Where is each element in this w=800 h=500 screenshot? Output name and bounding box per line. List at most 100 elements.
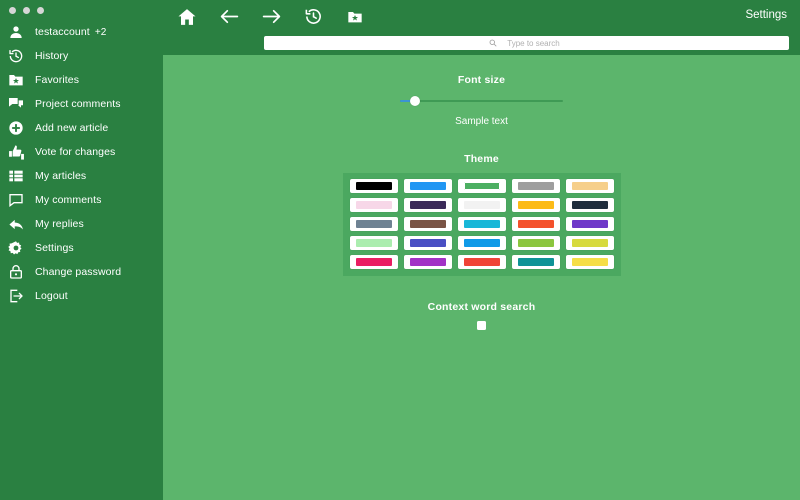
star-folder-icon: [6, 70, 26, 90]
toolbar: [163, 0, 800, 33]
theme-swatch-chip: [571, 201, 608, 209]
sidebar-item-add-new-article[interactable]: Add new article: [0, 116, 163, 140]
forward-button[interactable]: [259, 5, 283, 29]
theme-title: Theme: [464, 153, 499, 165]
search-icon: [489, 39, 497, 47]
back-button[interactable]: [217, 5, 241, 29]
sample-text-label: Sample text: [455, 116, 508, 127]
history-clock-icon: [304, 7, 323, 26]
theme-swatch-olive-yellow[interactable]: [565, 236, 614, 250]
comment-icon: [6, 190, 26, 210]
sidebar-item-favorites[interactable]: Favorites: [0, 68, 163, 92]
sidebar-item-change-password[interactable]: Change password: [0, 260, 163, 284]
theme-swatch-gray[interactable]: [511, 179, 560, 193]
font-size-section: Font size Sample text: [163, 55, 800, 127]
user-icon: [6, 22, 26, 42]
theme-swatch-chip: [355, 258, 392, 266]
gear-icon: [6, 238, 26, 258]
theme-swatch-chip: [463, 182, 500, 190]
search-box[interactable]: [264, 36, 789, 50]
sidebar-item-label: Change password: [35, 266, 122, 278]
theme-swatch-red[interactable]: [457, 255, 506, 269]
theme-swatch-row: [349, 217, 614, 231]
search-bar: [264, 36, 789, 50]
sidebar-item-label: Logout: [35, 290, 68, 302]
close-dot[interactable]: [9, 6, 16, 14]
theme-swatch-teal[interactable]: [511, 255, 560, 269]
theme-swatch-blue[interactable]: [403, 179, 452, 193]
context-word-search-checkbox[interactable]: [477, 321, 486, 330]
theme-swatch-slate[interactable]: [349, 217, 398, 231]
theme-swatch-cyan[interactable]: [457, 217, 506, 231]
minimize-dot[interactable]: [23, 6, 30, 14]
theme-swatch-chip: [463, 201, 500, 209]
bookmarks-button[interactable]: [343, 5, 367, 29]
theme-section: Theme: [163, 153, 800, 276]
sidebar-item-my-replies[interactable]: My replies: [0, 212, 163, 236]
maximize-dot[interactable]: [37, 6, 44, 14]
sidebar-item-my-comments[interactable]: My comments: [0, 188, 163, 212]
theme-swatch-indigo[interactable]: [403, 236, 452, 250]
sidebar-item-vote-for-changes[interactable]: Vote for changes: [0, 140, 163, 164]
sidebar-item-label: My articles: [35, 170, 87, 182]
theme-swatch-navy[interactable]: [565, 198, 614, 212]
font-size-title: Font size: [457, 74, 506, 86]
sidebar-item-label: Favorites: [35, 74, 80, 86]
search-input[interactable]: [264, 36, 789, 50]
sidebar: testaccount +2 History Favorites Project com…: [0, 0, 163, 500]
sidebar-item-history[interactable]: History: [0, 44, 163, 68]
theme-swatch-purple[interactable]: [403, 255, 452, 269]
theme-swatch-row: [349, 198, 614, 212]
sidebar-item-my-articles[interactable]: My articles: [0, 164, 163, 188]
home-icon: [177, 7, 197, 27]
theme-swatch-dark-purple[interactable]: [403, 198, 452, 212]
theme-swatch-lime-green[interactable]: [511, 236, 560, 250]
slider-thumb[interactable]: [409, 96, 420, 106]
history-button[interactable]: [301, 5, 325, 29]
sidebar-item-account[interactable]: testaccount +2: [0, 20, 163, 44]
theme-swatch-mint[interactable]: [349, 236, 398, 250]
logout-icon: [6, 286, 26, 306]
theme-swatch-chip: [517, 201, 554, 209]
theme-swatch-pink-light[interactable]: [349, 198, 398, 212]
theme-swatch-chip: [409, 239, 446, 247]
theme-swatch-black[interactable]: [349, 179, 398, 193]
home-button[interactable]: [175, 5, 199, 29]
theme-swatch-chip: [571, 258, 608, 266]
account-badge: +2: [94, 27, 107, 38]
theme-swatch-white[interactable]: [457, 198, 506, 212]
sidebar-item-logout[interactable]: Logout: [0, 284, 163, 308]
theme-swatch-orange-red[interactable]: [511, 217, 560, 231]
theme-swatch-sand[interactable]: [565, 179, 614, 193]
slider-track: [400, 100, 563, 102]
sidebar-item-label: My replies: [35, 218, 84, 230]
theme-swatch-row: [349, 236, 614, 250]
lock-icon: [6, 262, 26, 282]
theme-swatch-magenta[interactable]: [349, 255, 398, 269]
font-size-slider[interactable]: [400, 95, 563, 107]
theme-swatch-chip: [517, 239, 554, 247]
star-folder-icon: [347, 9, 363, 25]
theme-swatch-row: [349, 255, 614, 269]
settings-link[interactable]: Settings: [745, 9, 787, 21]
theme-swatch-grid: [342, 173, 621, 276]
sidebar-item-label: testaccount +2: [35, 26, 107, 38]
sidebar-item-label: History: [35, 50, 69, 62]
theme-swatch-amber[interactable]: [511, 198, 560, 212]
theme-swatch-yellow[interactable]: [565, 255, 614, 269]
theme-swatch-chip: [355, 201, 392, 209]
plus-circle-icon: [6, 118, 26, 138]
theme-swatch-bright-blue[interactable]: [457, 236, 506, 250]
sidebar-item-project-comments[interactable]: Project comments: [0, 92, 163, 116]
theme-swatch-chip: [409, 258, 446, 266]
theme-swatch-chip: [517, 182, 554, 190]
theme-swatch-violet[interactable]: [565, 217, 614, 231]
sidebar-item-settings[interactable]: Settings: [0, 236, 163, 260]
theme-swatch-chip: [517, 220, 554, 228]
theme-swatch-green[interactable]: [457, 179, 506, 193]
reply-arrow-icon: [6, 214, 26, 234]
thumbs-up-down-icon: [6, 142, 26, 162]
theme-swatch-row: [349, 179, 614, 193]
theme-swatch-chip: [355, 239, 392, 247]
theme-swatch-brown[interactable]: [403, 217, 452, 231]
